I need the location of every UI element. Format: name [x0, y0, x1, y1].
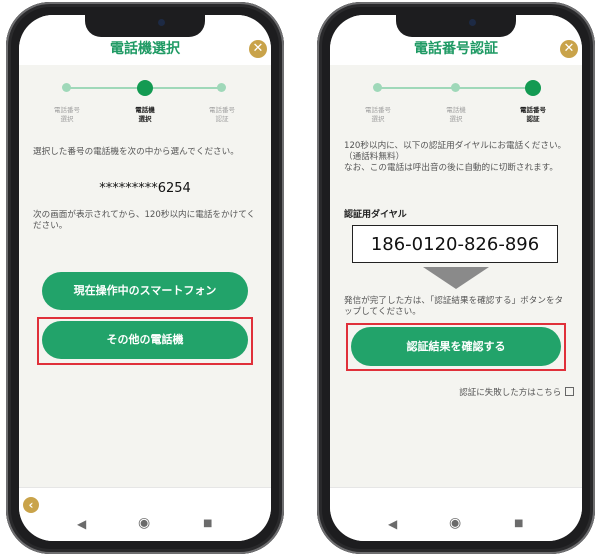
dial-number-box: 186-0120-826-896 — [352, 225, 558, 263]
other-phone-button[interactable]: その他の電話機 — [42, 321, 248, 359]
nav-home-icon[interactable]: ◉ — [449, 515, 461, 531]
back-arrow-icon[interactable]: ‹ — [23, 497, 39, 513]
instruction-text: 120秒以内に、以下の認証用ダイヤルにお電話ください。（通話料無料） なお、この… — [344, 141, 567, 173]
time-limit-note: 次の画面が表示されてから、120秒以内に電話をかけてください。 — [33, 210, 256, 231]
step-dot-2 — [137, 80, 153, 96]
step-dot-1 — [62, 83, 71, 92]
step-label-1: 電話番号 選択 — [54, 106, 80, 123]
stepper: 電話番号 選択 電話機 選択 電話番号 認証 — [330, 77, 582, 137]
dial-label: 認証用ダイヤル — [344, 210, 407, 220]
step-dot-1 — [373, 83, 382, 92]
step-label-3: 電話番号 認証 — [209, 106, 235, 123]
android-nav-bar: ◀ ◉ ■ — [19, 515, 271, 537]
external-link-icon — [565, 387, 574, 396]
failure-link-text[interactable]: 認証に失敗した方はこちら — [459, 388, 561, 398]
page-title: 電話機選択 — [110, 41, 180, 57]
step-dot-3 — [525, 80, 541, 96]
notch — [396, 15, 516, 37]
step-dot-2 — [451, 83, 460, 92]
step-dot-3 — [217, 83, 226, 92]
close-icon[interactable]: ✕ — [560, 40, 578, 58]
notch — [85, 15, 205, 37]
android-nav-bar: ◀ ◉ ■ — [330, 515, 582, 537]
instruction-text: 選択した番号の電話機を次の中から選んでください。 — [33, 147, 239, 157]
confirm-result-button[interactable]: 認証結果を確認する — [351, 327, 561, 366]
current-smartphone-button[interactable]: 現在操作中のスマートフォン — [42, 272, 248, 310]
nav-back-icon[interactable]: ◀ — [388, 517, 397, 531]
phone-frame-right: 電話番号認証 ✕ 電話番号 選択 電話機 選択 電話番号 認証 120秒以内に、… — [317, 2, 595, 554]
nav-home-icon[interactable]: ◉ — [138, 515, 150, 531]
step-label-2: 電話機 選択 — [135, 106, 155, 123]
nav-back-icon[interactable]: ◀ — [77, 517, 86, 531]
step-label-1: 電話番号 選択 — [365, 106, 391, 123]
camera-dot — [158, 19, 165, 26]
page-title: 電話番号認証 — [414, 41, 498, 57]
nav-recent-icon[interactable]: ■ — [203, 518, 212, 529]
step-label-3: 電話番号 認証 — [520, 106, 546, 123]
masked-phone-number: *********6254 — [99, 181, 191, 196]
screen-phone-verify: 電話番号認証 ✕ 電話番号 選択 電話機 選択 電話番号 認証 120秒以内に、… — [330, 15, 582, 541]
screen-phone-select: 電話機選択 ✕ 電話番号 選択 電話機 選択 電話番号 認証 選択した番号の電話… — [19, 15, 271, 541]
after-call-note: 発信が完了した方は、「認証結果を確認する」ボタンをタップしてください。 — [344, 296, 564, 317]
phone-frame-left: 電話機選択 ✕ 電話番号 選択 電話機 選択 電話番号 認証 選択した番号の電話… — [6, 2, 284, 554]
close-icon[interactable]: ✕ — [249, 40, 267, 58]
failure-link[interactable]: 認証に失敗した方はこちら — [459, 386, 574, 398]
nav-recent-icon[interactable]: ■ — [514, 518, 523, 529]
camera-dot — [469, 19, 476, 26]
step-label-2: 電話機 選択 — [446, 106, 466, 123]
down-arrow-icon — [423, 267, 489, 289]
stepper: 電話番号 選択 電話機 選択 電話番号 認証 — [19, 77, 271, 137]
